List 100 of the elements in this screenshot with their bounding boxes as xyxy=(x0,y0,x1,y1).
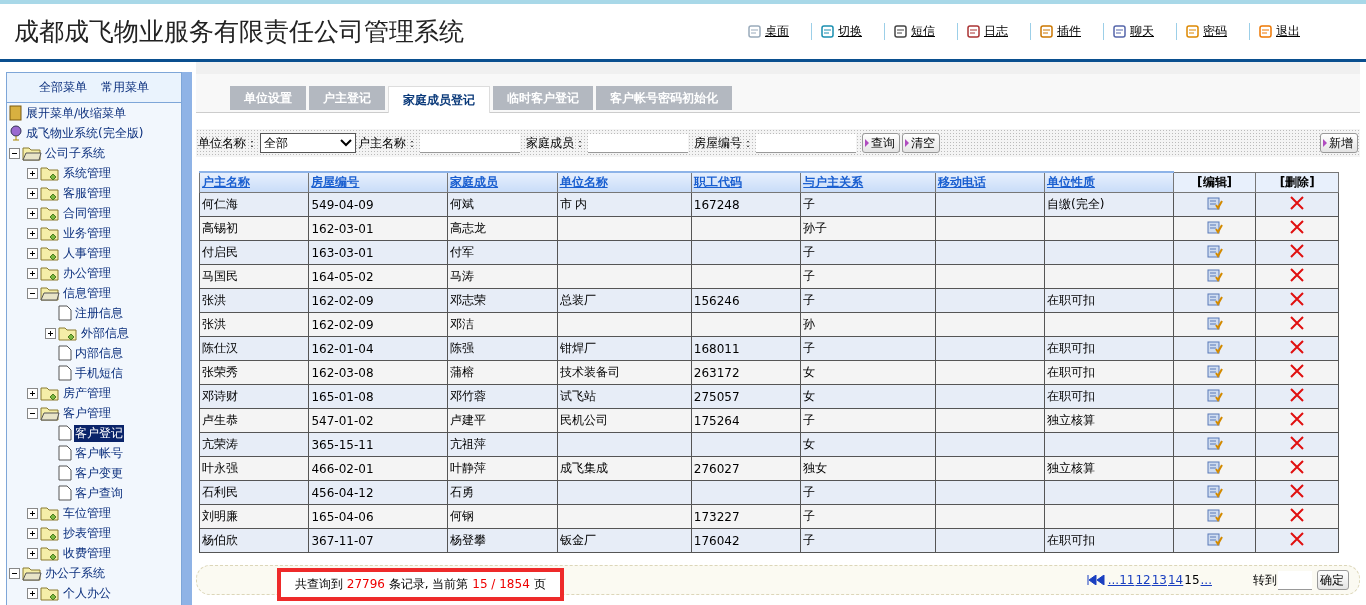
expand-icon[interactable] xyxy=(27,507,38,519)
edit-icon[interactable] xyxy=(1206,244,1223,258)
page-link[interactable]: ... xyxy=(1200,573,1212,587)
tree-item[interactable]: 合同管理 xyxy=(62,204,112,222)
page-link[interactable]: 13 xyxy=(1151,573,1167,587)
delete-icon[interactable] xyxy=(1290,268,1305,282)
tree-item[interactable]: 注册信息 xyxy=(74,304,124,322)
edit-icon[interactable] xyxy=(1206,340,1223,354)
page-link[interactable]: 12 xyxy=(1135,573,1151,587)
tab[interactable]: 家庭成员登记 xyxy=(388,86,490,113)
clear-button[interactable]: 清空 xyxy=(902,133,940,153)
edit-icon[interactable] xyxy=(1206,196,1223,210)
edit-icon[interactable] xyxy=(1206,484,1223,498)
sort-link[interactable]: 移动电话 xyxy=(937,175,986,189)
tree-item[interactable]: 客户变更 xyxy=(74,464,124,482)
delete-icon[interactable] xyxy=(1290,340,1305,354)
expand-icon[interactable] xyxy=(27,387,38,399)
menu-tab[interactable]: 全部菜单 xyxy=(39,79,87,96)
tree-item[interactable]: 客服管理 xyxy=(62,184,112,202)
delete-icon[interactable] xyxy=(1290,220,1305,234)
tree-item[interactable]: 收费管理 xyxy=(62,544,112,562)
input-field[interactable] xyxy=(756,133,856,153)
tree-item[interactable]: 车位管理 xyxy=(62,504,112,522)
tree-item[interactable]: 客户帐号 xyxy=(74,444,124,462)
page-link[interactable]: 14 xyxy=(1168,573,1184,587)
unit-select[interactable]: 全部 xyxy=(260,133,356,153)
nav-link[interactable]: 桌面 xyxy=(739,23,812,40)
nav-link[interactable]: 插件 xyxy=(1031,23,1104,40)
nav-link[interactable]: 密码 xyxy=(1177,23,1250,40)
edit-icon[interactable] xyxy=(1206,268,1223,282)
nav-link[interactable]: 切换 xyxy=(812,23,885,40)
expand-icon[interactable] xyxy=(27,187,38,199)
delete-icon[interactable] xyxy=(1290,412,1305,426)
expand-icon[interactable] xyxy=(27,527,38,539)
tree-item[interactable]: 业务管理 xyxy=(62,224,112,242)
edit-icon[interactable] xyxy=(1206,220,1223,234)
sort-link[interactable]: 与户主关系 xyxy=(803,175,864,189)
tree-root[interactable]: 成飞物业系统(完全版) xyxy=(25,124,145,142)
tree-item[interactable]: 外部信息 xyxy=(80,324,130,342)
tree-item[interactable]: 办公管理 xyxy=(62,264,112,282)
confirm-button[interactable]: 确定 xyxy=(1317,570,1349,590)
nav-link[interactable]: 日志 xyxy=(958,23,1031,40)
collapse-icon[interactable] xyxy=(9,567,20,579)
expand-icon[interactable] xyxy=(27,227,38,239)
edit-icon[interactable] xyxy=(1206,364,1223,378)
delete-icon[interactable] xyxy=(1290,436,1305,450)
expand-icon[interactable] xyxy=(27,547,38,559)
tree-item[interactable]: 信息管理 xyxy=(62,284,112,302)
expand-icon[interactable] xyxy=(27,267,38,279)
add-button[interactable]: 新增 xyxy=(1320,133,1358,153)
expand-icon[interactable] xyxy=(27,167,38,179)
first-page-icon[interactable] xyxy=(1086,575,1107,585)
tree-item[interactable]: 办公子系统 xyxy=(44,564,106,582)
tree-item[interactable]: 客户登记 xyxy=(74,424,124,442)
page-input[interactable] xyxy=(1278,570,1312,590)
delete-icon[interactable] xyxy=(1290,484,1305,498)
sort-link[interactable]: 房屋编号 xyxy=(311,175,360,189)
tree-item[interactable]: 房产管理 xyxy=(62,384,112,402)
edit-icon[interactable] xyxy=(1206,388,1223,402)
delete-icon[interactable] xyxy=(1290,244,1305,258)
tree-item[interactable]: 内部信息 xyxy=(74,344,124,362)
expand-icon[interactable] xyxy=(27,587,38,599)
menu-tab[interactable]: 常用菜单 xyxy=(101,79,149,96)
edit-icon[interactable] xyxy=(1206,508,1223,522)
toggle-menu-link[interactable]: 展开菜单/收缩菜单 xyxy=(25,104,128,122)
expand-icon[interactable] xyxy=(27,247,38,259)
nav-link[interactable]: 短信 xyxy=(885,23,958,40)
delete-icon[interactable] xyxy=(1290,292,1305,306)
page-link[interactable]: ...11 xyxy=(1107,573,1135,587)
edit-icon[interactable] xyxy=(1206,436,1223,450)
tree-item[interactable]: 客户管理 xyxy=(62,404,112,422)
sort-link[interactable]: 单位性质 xyxy=(1047,175,1095,189)
sort-link[interactable]: 单位名称 xyxy=(559,175,608,189)
tree-item[interactable]: 手机短信 xyxy=(74,364,124,382)
tree-item[interactable]: 人事管理 xyxy=(62,244,112,262)
input-field[interactable] xyxy=(588,133,688,153)
input-field[interactable] xyxy=(420,133,520,153)
nav-link[interactable]: 退出 xyxy=(1250,23,1322,40)
expand-icon[interactable] xyxy=(27,207,38,219)
tree-item[interactable]: 客户查询 xyxy=(74,484,124,502)
delete-icon[interactable] xyxy=(1290,460,1305,474)
tree-item[interactable]: 系统管理 xyxy=(62,164,112,182)
sort-link[interactable]: 户主名称 xyxy=(202,175,250,189)
sort-link[interactable]: 家庭成员 xyxy=(450,175,499,189)
tree-item[interactable]: 个人办公 xyxy=(62,584,112,602)
collapse-icon[interactable] xyxy=(27,287,38,299)
delete-icon[interactable] xyxy=(1290,532,1305,546)
delete-icon[interactable] xyxy=(1290,364,1305,378)
edit-icon[interactable] xyxy=(1206,532,1223,546)
edit-icon[interactable] xyxy=(1206,412,1223,426)
collapse-icon[interactable] xyxy=(27,407,38,419)
edit-icon[interactable] xyxy=(1206,292,1223,306)
nav-link[interactable]: 聊天 xyxy=(1104,23,1177,40)
delete-icon[interactable] xyxy=(1290,316,1305,330)
delete-icon[interactable] xyxy=(1290,508,1305,522)
edit-icon[interactable] xyxy=(1206,316,1223,330)
tree-item[interactable]: 公司子系统 xyxy=(44,144,106,162)
edit-icon[interactable] xyxy=(1206,460,1223,474)
query-button[interactable]: 查询 xyxy=(862,133,900,153)
collapse-icon[interactable] xyxy=(9,147,20,159)
